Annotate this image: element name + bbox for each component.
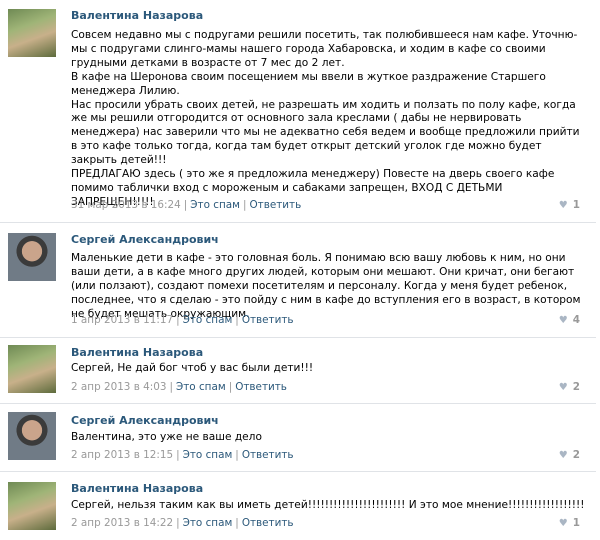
spam-link[interactable]: Это спам <box>190 199 240 211</box>
avatar[interactable] <box>8 345 56 393</box>
comment-text: Сергей, нельзя таким как вы иметь детей!… <box>71 499 585 511</box>
like-count: 4 <box>572 314 580 326</box>
spam-link[interactable]: Это спам <box>183 449 233 461</box>
comment-author[interactable]: Валентина Назарова <box>71 346 203 359</box>
comment-author[interactable]: Валентина Назарова <box>71 482 203 495</box>
comment-author[interactable]: Сергей Александрович <box>71 414 219 427</box>
like-button[interactable]: ♥ 1 <box>559 517 580 529</box>
like-count: 2 <box>572 381 580 393</box>
spam-link[interactable]: Это спам <box>183 517 233 529</box>
heart-icon: ♥ <box>558 200 568 211</box>
like-count: 1 <box>572 199 580 211</box>
like-count: 1 <box>572 517 580 529</box>
comment-meta: 31 мар 2013 в 16:24 | Это спам | Ответить <box>71 199 302 211</box>
divider <box>0 471 596 472</box>
comment-meta: 2 апр 2013 в 4:03 | Это спам | Ответить <box>71 381 287 393</box>
avatar[interactable] <box>8 412 56 460</box>
avatar[interactable] <box>8 233 56 281</box>
like-button[interactable]: ♥ 2 <box>559 381 580 393</box>
comment-author[interactable]: Валентина Назарова <box>71 9 203 22</box>
comment-date[interactable]: 2 апр 2013 в 4:03 <box>71 381 166 393</box>
like-button[interactable]: ♥ 4 <box>559 314 580 326</box>
heart-icon: ♥ <box>558 450 568 461</box>
avatar[interactable] <box>8 482 56 530</box>
reply-link[interactable]: Ответить <box>242 449 294 461</box>
comment-author[interactable]: Сергей Александрович <box>71 233 219 246</box>
comment-date[interactable]: 2 апр 2013 в 12:15 <box>71 449 173 461</box>
like-count: 2 <box>572 449 580 461</box>
spam-link[interactable]: Это спам <box>183 314 233 326</box>
spam-link[interactable]: Это спам <box>176 381 226 393</box>
like-button[interactable]: ♥ 2 <box>559 449 580 461</box>
comment-meta: 2 апр 2013 в 14:22 | Это спам | Ответить <box>71 517 294 529</box>
comment-date[interactable]: 31 мар 2013 в 16:24 <box>71 199 181 211</box>
comment-text: Сергей, Не дай бог чтоб у вас были дети!… <box>71 362 314 374</box>
reply-link[interactable]: Ответить <box>249 199 301 211</box>
heart-icon: ♥ <box>558 315 568 326</box>
reply-link[interactable]: Ответить <box>235 381 287 393</box>
heart-icon: ♥ <box>558 518 568 529</box>
comment-date[interactable]: 1 апр 2013 в 11:17 <box>71 314 173 326</box>
divider <box>0 337 596 338</box>
divider <box>0 222 596 223</box>
reply-link[interactable]: Ответить <box>242 314 294 326</box>
reply-link[interactable]: Ответить <box>242 517 294 529</box>
comment-text: Валентина, это уже не ваше дело <box>71 431 262 443</box>
heart-icon: ♥ <box>558 382 568 393</box>
comment-meta: 1 апр 2013 в 11:17 | Это спам | Ответить <box>71 314 294 326</box>
comment-text: Маленькие дети в кафе - это головная бол… <box>71 252 581 320</box>
divider <box>0 403 596 404</box>
comment-meta: 2 апр 2013 в 12:15 | Это спам | Ответить <box>71 449 294 461</box>
comment-date[interactable]: 2 апр 2013 в 14:22 <box>71 517 173 529</box>
comment-text: Совсем недавно мы с подругами решили пос… <box>71 29 580 208</box>
avatar[interactable] <box>8 9 56 57</box>
like-button[interactable]: ♥ 1 <box>559 199 580 211</box>
